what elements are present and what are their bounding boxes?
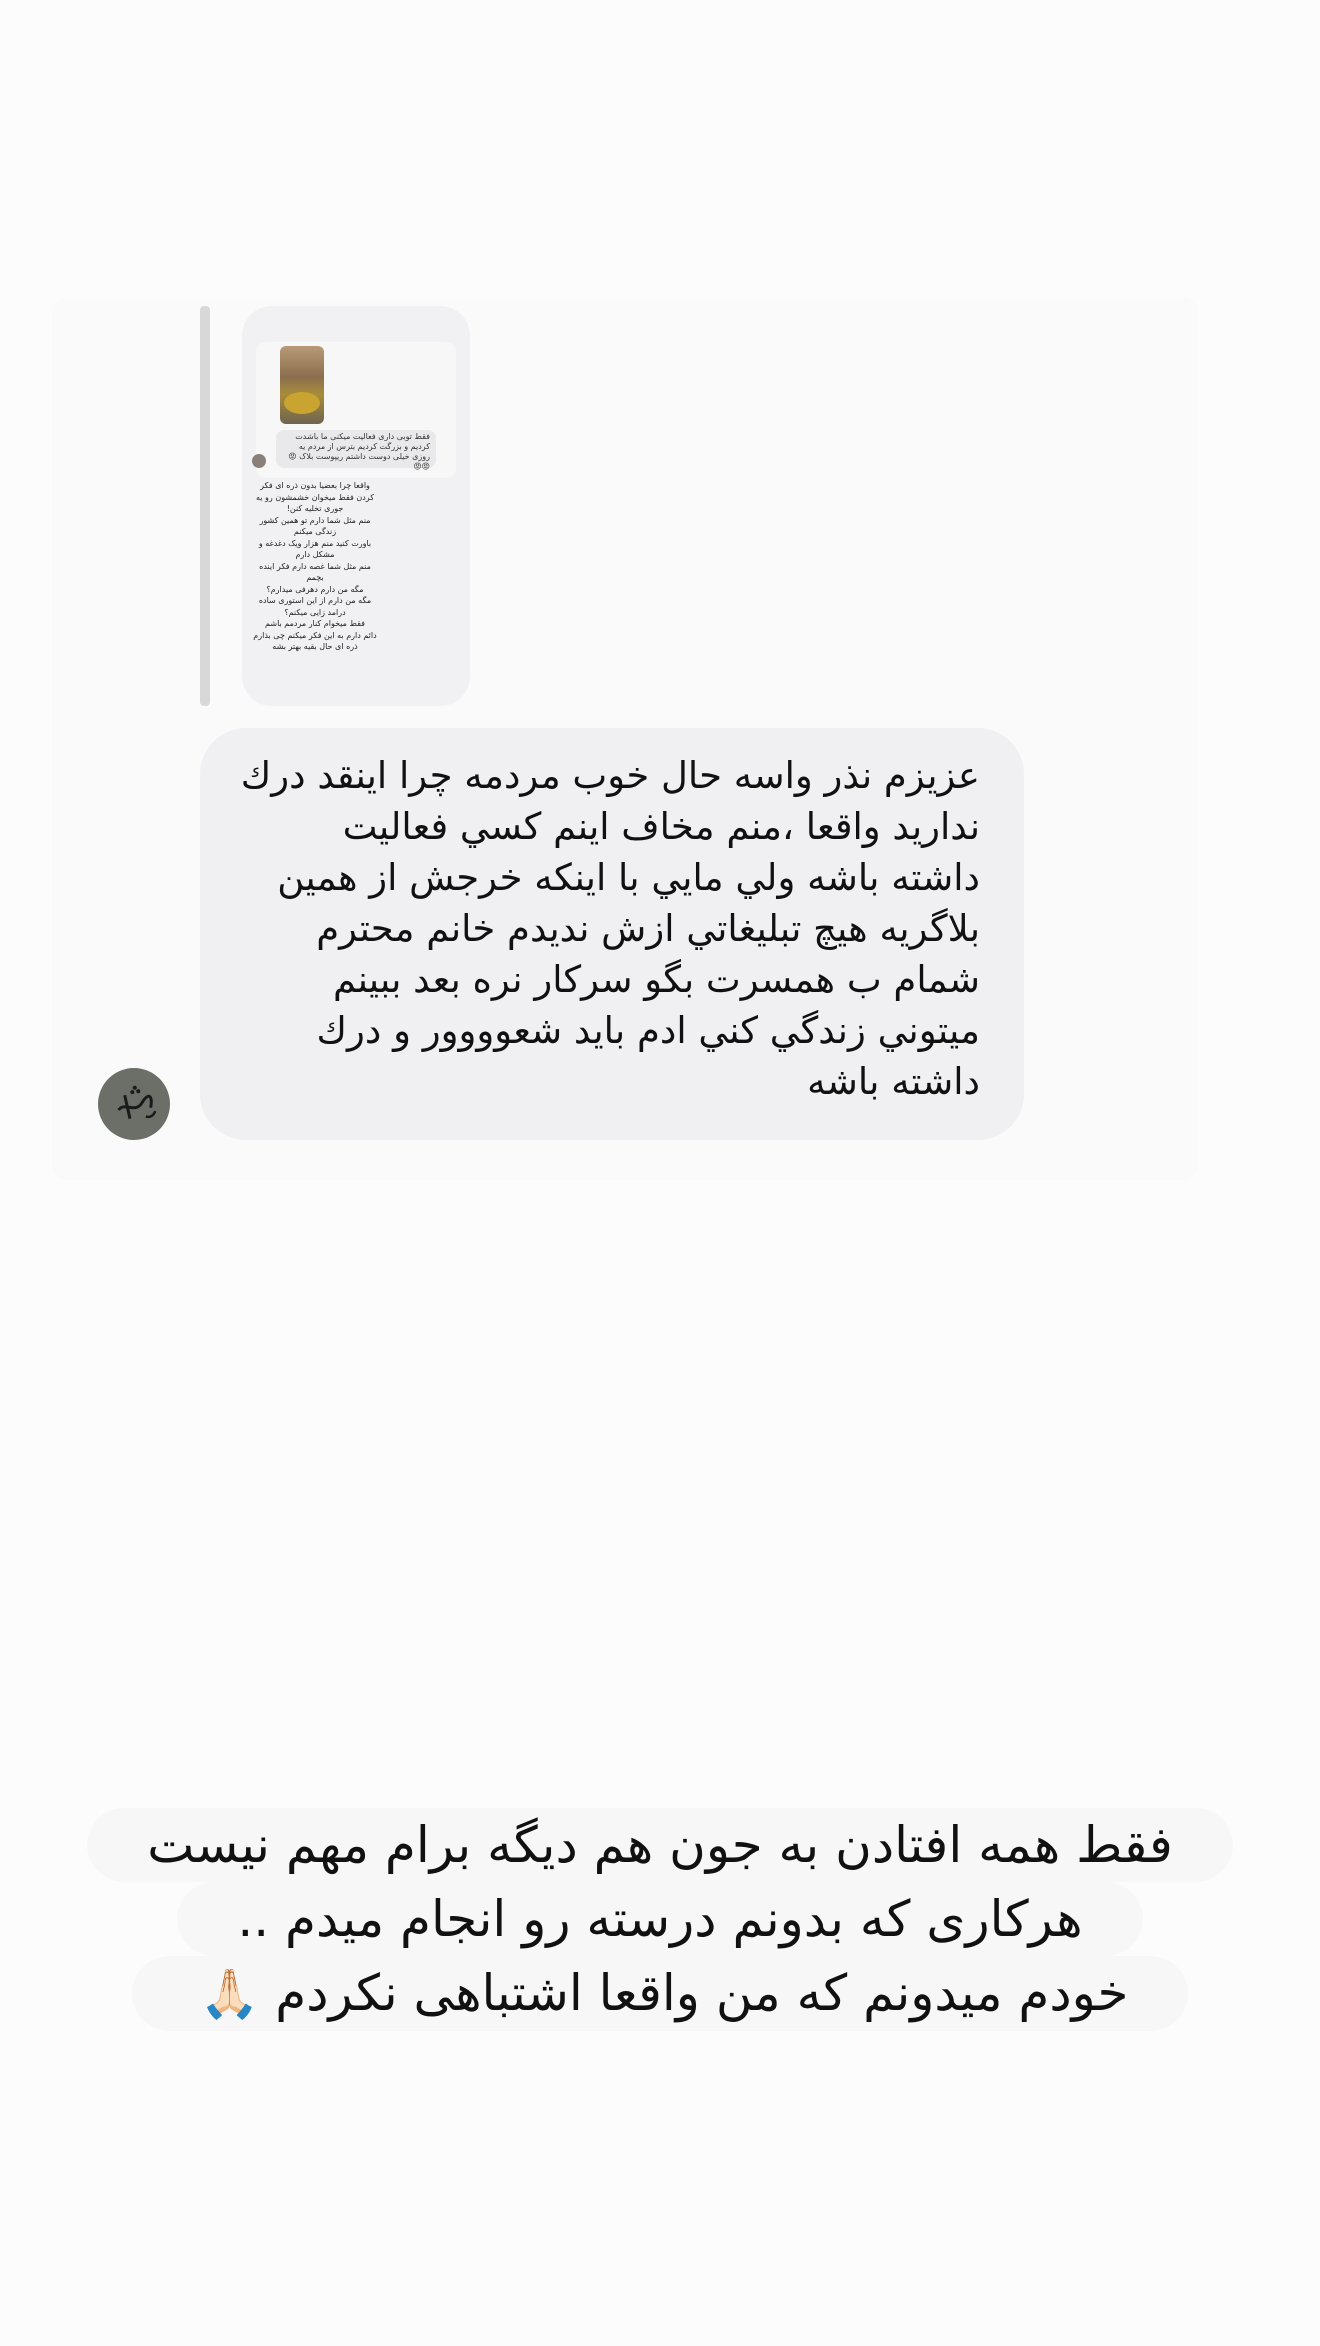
caption-pill-3: خودم میدونم که من واقعا اشتباهی نکردم 🙏🏻 [131,1956,1189,2031]
reply-indicator-bar [200,306,210,706]
story-text: واقعا چرا بعضیا بدون ذره ای فکر کردن فقط… [253,481,377,651]
caption-line-3: خودم میدونم که من واقعا اشتباهی نکردم 🙏🏻 [110,1956,1210,2031]
sender-avatar[interactable] [98,1068,170,1140]
caption-text-1: فقط همه افتادن به جون هم دیگه برام مهم ن… [87,1808,1233,1882]
message-text: عزیزم نذر واسه حال خوب مردمه چرا اینقد د… [240,754,980,1103]
caption-line-2: هرکاری که بدونم درسته رو انجام میدم .. [110,1882,1210,1956]
caption-text-2: هرکاری که بدونم درسته رو انجام میدم .. [177,1882,1143,1956]
soup-bowl-image [284,392,320,414]
caption-line-1: فقط همه افتادن به جون هم دیگه برام مهم ن… [87,1808,1233,1882]
message-bubble[interactable]: عزیزم نذر واسه حال خوب مردمه چرا اینقد د… [200,728,1024,1140]
avatar-logo [98,1068,170,1140]
story-screen: فقط توبی داری فعالیت میکنی ما باشدت کردی… [0,0,1320,2346]
caption-text-3: خودم میدونم که من واقعا اشتباهی نکردم [275,1964,1129,2022]
story-photo [280,346,324,424]
replied-story-thumbnail[interactable]: فقط توبی داری فعالیت میکنی ما باشدت کردی… [242,306,470,706]
story-mini-avatar [252,454,266,468]
story-inner-comment: فقط توبی داری فعالیت میکنی ما باشدت کردی… [276,430,436,471]
praying-hands-icon: 🙏🏻 [199,1966,260,2022]
story-caption: فقط همه افتادن به جون هم دیگه برام مهم ن… [87,1808,1233,2031]
calligraphy-logo-icon [117,1085,157,1120]
